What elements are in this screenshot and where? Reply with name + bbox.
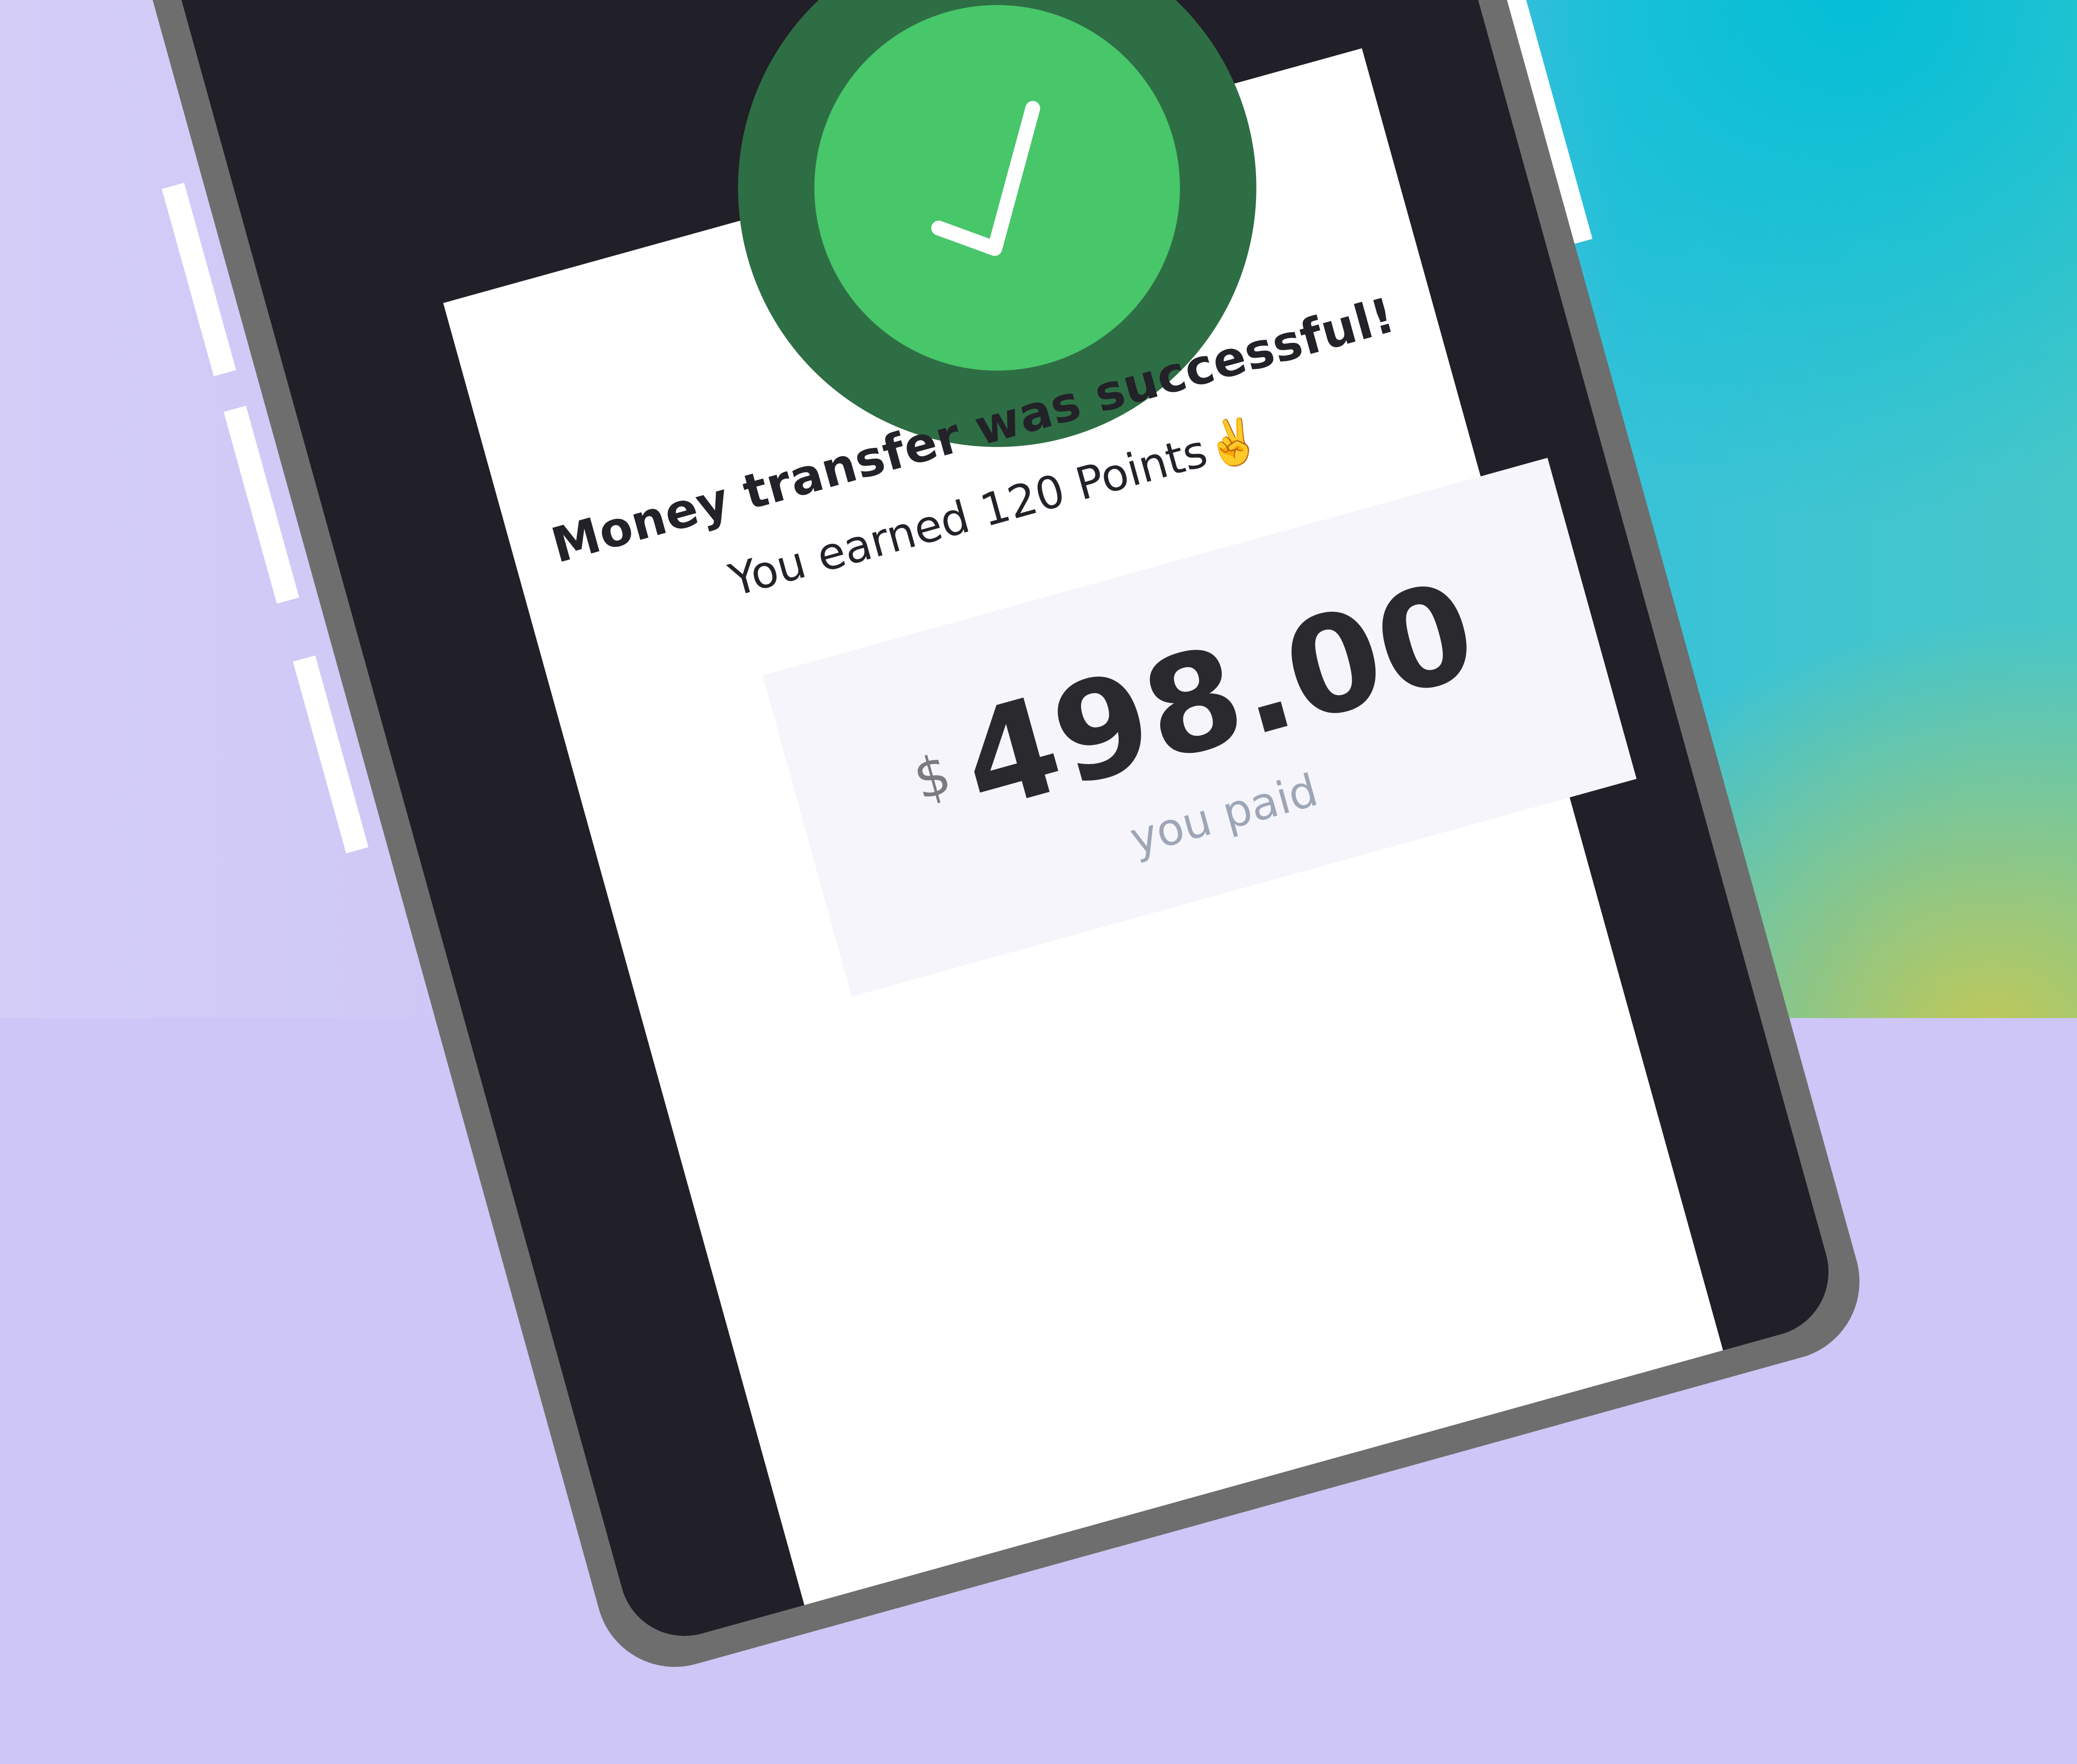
tilted-phone-scene: Money transfer was successful! You earne… [0,0,2077,1685]
phone-frame: Money transfer was successful! You earne… [51,0,1878,1685]
currency-symbol: $ [907,741,958,812]
